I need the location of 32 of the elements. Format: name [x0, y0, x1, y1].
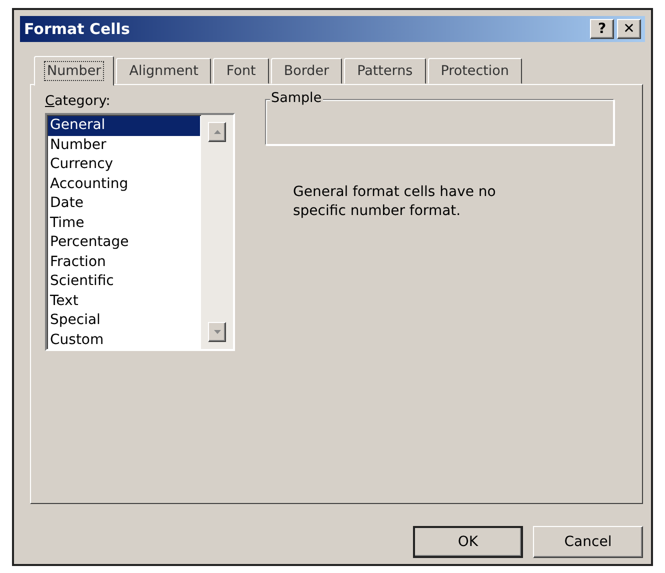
list-item[interactable]: Date — [48, 194, 200, 214]
close-button[interactable]: ✕ — [617, 19, 641, 39]
sample-label: Sample — [270, 90, 323, 106]
list-item[interactable]: Text — [48, 292, 200, 311]
category-label: Category: — [45, 93, 112, 109]
tab[interactable]: Number — [34, 56, 114, 86]
list-item[interactable]: Scientific — [48, 272, 200, 292]
category-list[interactable]: General Number Currency Accounting Date Time Percentage Fraction Scientific Text Special Custom — [45, 113, 235, 351]
list-item[interactable]: Percentage — [48, 233, 200, 252]
tab[interactable]: Protection — [428, 58, 522, 84]
list-item[interactable]: Custom — [48, 330, 200, 350]
down-arrow-icon — [214, 330, 220, 334]
description-text: General format cells have no specific number format. — [293, 183, 497, 221]
dialog-button[interactable]: OK — [413, 526, 523, 558]
window-title: Format Cells — [24, 20, 131, 38]
up-arrow-icon — [214, 130, 220, 134]
scrollbar[interactable] — [201, 115, 233, 349]
list-item[interactable]: Fraction — [48, 252, 200, 272]
scroll-up-button[interactable] — [208, 122, 226, 142]
scroll-down-button[interactable] — [208, 322, 226, 342]
tab[interactable]: Border — [270, 58, 342, 84]
list-item[interactable]: Currency — [48, 155, 200, 174]
dialog-button[interactable]: Cancel — [533, 526, 643, 558]
list-item[interactable]: General — [48, 116, 200, 136]
list-item[interactable]: Special — [48, 311, 200, 330]
list-item[interactable]: Time — [48, 214, 200, 233]
tab[interactable]: Patterns — [344, 58, 426, 84]
list-item[interactable]: Accounting — [48, 174, 200, 194]
list-item[interactable]: Number — [48, 136, 200, 155]
help-button[interactable]: ? — [590, 19, 614, 39]
tab[interactable]: Alignment — [116, 58, 212, 84]
tab[interactable]: Font — [213, 58, 269, 84]
